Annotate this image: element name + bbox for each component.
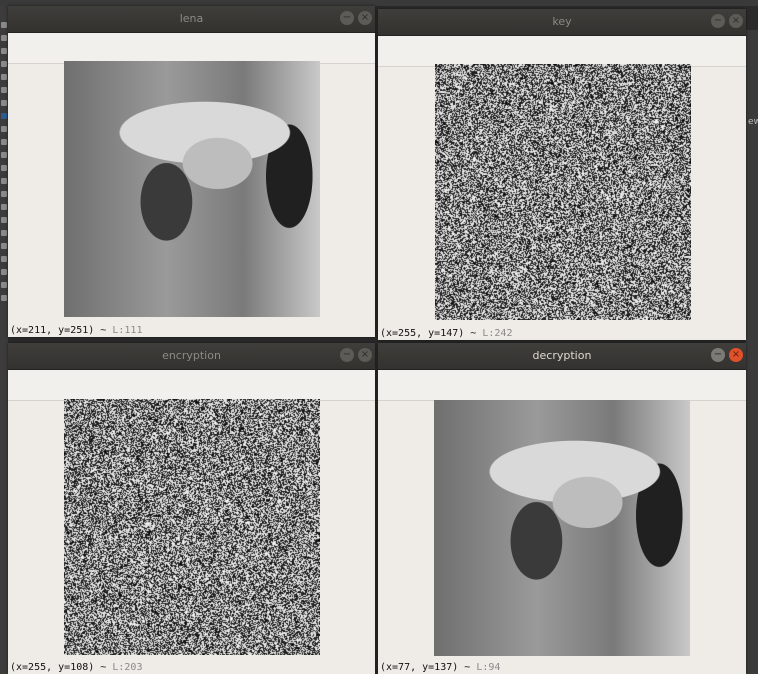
- background-tick: [1, 74, 7, 80]
- status-coords: (x=255, y=108) ~: [10, 662, 106, 673]
- status-luminance: L:111: [112, 325, 142, 336]
- background-tick: [1, 35, 7, 41]
- status-luminance: L:203: [112, 662, 142, 673]
- window-encryption[interactable]: encryption − × (x=255, y=108) ~ L:203: [8, 343, 375, 674]
- close-icon[interactable]: ×: [358, 11, 372, 25]
- titlebar[interactable]: lena − ×: [8, 6, 375, 33]
- background-right-text: ew: [748, 117, 758, 127]
- status-coords: (x=255, y=147) ~: [380, 328, 476, 339]
- background-tick: [1, 87, 7, 93]
- titlebar[interactable]: encryption − ×: [8, 343, 375, 370]
- background-tick: [1, 204, 7, 210]
- background-tick: [1, 152, 7, 158]
- image-canvas[interactable]: [435, 64, 691, 320]
- status-coords: (x=211, y=251) ~: [10, 325, 106, 336]
- minimize-icon[interactable]: −: [711, 348, 725, 362]
- window-title: key: [378, 15, 746, 28]
- background-tick: [1, 113, 7, 119]
- toolbar: [378, 36, 746, 67]
- toolbar: [8, 33, 375, 64]
- window-lena[interactable]: lena − × (x=211, y=251) ~ L:111: [8, 6, 375, 337]
- status-coords: (x=77, y=137) ~: [380, 662, 470, 673]
- window-decryption[interactable]: decryption − × (x=77, y=137) ~ L:94: [378, 343, 746, 674]
- background-tick: [1, 256, 7, 262]
- window-key[interactable]: key − × (x=255, y=147) ~ L:242: [378, 9, 746, 340]
- background-tick: [1, 243, 7, 249]
- background-tick: [1, 295, 7, 301]
- background-tick: [1, 126, 7, 132]
- status-bar: (x=211, y=251) ~ L:111: [10, 325, 142, 336]
- background-tick: [1, 165, 7, 171]
- window-title: lena: [8, 12, 375, 25]
- status-bar: (x=255, y=147) ~ L:242: [380, 328, 512, 339]
- image-canvas[interactable]: [434, 400, 690, 656]
- status-luminance: L:242: [482, 328, 512, 339]
- background-tick: [1, 139, 7, 145]
- close-icon[interactable]: ×: [729, 14, 743, 28]
- titlebar[interactable]: decryption − ×: [378, 343, 746, 370]
- background-tick: [1, 61, 7, 67]
- image-canvas[interactable]: [64, 399, 320, 655]
- image-canvas[interactable]: [64, 61, 320, 317]
- toolbar: [8, 370, 375, 401]
- background-tick: [1, 282, 7, 288]
- status-bar: (x=255, y=108) ~ L:203: [10, 662, 142, 673]
- status-luminance: L:94: [476, 662, 500, 673]
- status-bar: (x=77, y=137) ~ L:94: [380, 662, 500, 673]
- background-tick: [1, 100, 7, 106]
- background-tick: [1, 48, 7, 54]
- background-tick: [1, 217, 7, 223]
- window-title: encryption: [8, 349, 375, 362]
- background-tick: [1, 22, 7, 28]
- close-icon[interactable]: ×: [358, 348, 372, 362]
- minimize-icon[interactable]: −: [340, 348, 354, 362]
- background-tick: [1, 230, 7, 236]
- background-tick: [1, 269, 7, 275]
- minimize-icon[interactable]: −: [340, 11, 354, 25]
- background-tick: [1, 178, 7, 184]
- close-icon[interactable]: ×: [729, 348, 743, 362]
- minimize-icon[interactable]: −: [711, 14, 725, 28]
- background-sidebar: [0, 6, 8, 674]
- background-tick: [1, 191, 7, 197]
- titlebar[interactable]: key − ×: [378, 9, 746, 36]
- toolbar: [378, 370, 746, 401]
- window-title: decryption: [378, 349, 746, 362]
